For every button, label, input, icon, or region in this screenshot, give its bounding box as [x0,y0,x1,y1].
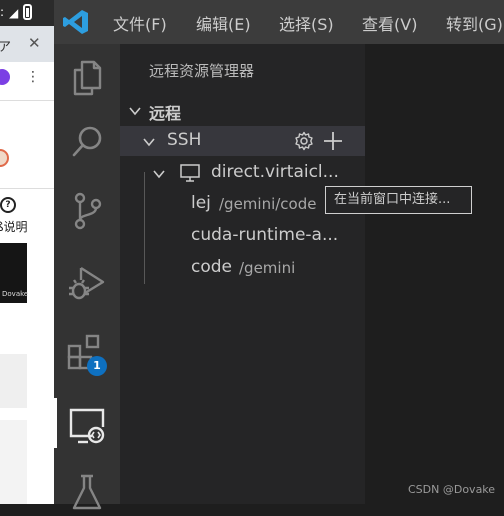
battery-icon [23,4,32,20]
connect-in-current-window-tooltip: 在当前窗口中连接... [325,186,472,214]
ssh-group-label: SSH [167,130,202,150]
more-options-icon[interactable]: ⋮ [26,70,40,84]
content-block [0,420,27,504]
tab-favicon-icon: ア [0,40,12,55]
vscode-logo-icon [63,10,88,34]
folder-path: /gemini [239,259,296,277]
gear-icon[interactable] [294,131,314,151]
menu-go[interactable]: 转到(G) [446,11,503,35]
ssh-group-row[interactable]: SSH [120,126,365,156]
title-bar: 文件(F) 编辑(E) 选择(S) 查看(V) 转到(G) [54,0,504,44]
remote-section-label: 远程 [149,104,182,123]
help-icon[interactable]: ? [0,197,16,213]
watermark: CSDN @Dovake [408,483,496,496]
active-view-indicator [54,398,57,448]
browser-tab-strip: ア ✕ [0,26,54,62]
host-row[interactable]: direct.virtaicl... [120,158,365,188]
menu-edit[interactable]: 编辑(E) [196,11,251,35]
explorer-icon[interactable] [63,52,111,100]
chevron-down-icon [129,107,141,116]
menu-view[interactable]: 查看(V) [362,11,417,35]
folder-row-cuda-runtime[interactable]: cuda-runtime-a... [120,221,365,251]
wifi-icon: ◢ [9,6,19,20]
remote-section-header[interactable]: 远程 [120,96,365,124]
clock-fragment: : [0,5,5,19]
profile-icon [0,149,9,167]
folder-name: lej [191,193,211,213]
remote-explorer-icon[interactable] [63,400,111,448]
panel-title: 远程资源管理器 [149,62,255,80]
chevron-down-icon [153,170,165,179]
source-control-icon[interactable] [63,186,111,234]
testing-icon[interactable] [63,464,111,512]
background-browser-window: : ◢ ア ✕ ⋮ ? ß说明 Dovake [0,0,54,504]
chevron-down-icon [143,138,155,147]
host-label: direct.virtaicl... [211,162,339,182]
folder-name: cuda-runtime-a... [191,225,339,245]
editor-area [365,44,504,504]
remote-explorer-panel: 远程资源管理器 远程 SSH direct.virtaicl... lej /g… [120,44,365,504]
menu-file[interactable]: 文件(F) [113,11,167,35]
divider [0,188,54,189]
add-icon[interactable] [322,130,344,152]
close-tab-icon[interactable]: ✕ [28,34,41,52]
folder-row-code[interactable]: code /gemini [120,253,365,283]
run-debug-icon[interactable] [63,258,111,306]
folder-name: code [191,257,232,277]
folder-path: /gemini/code [219,195,317,213]
menu-selection[interactable]: 选择(S) [279,11,334,35]
monitor-icon [180,164,200,182]
search-icon[interactable] [63,118,111,166]
system-status-bar: : ◢ [0,0,54,26]
content-block [0,354,27,408]
extensions-badge: 1 [87,356,107,376]
thumbnail-caption: Dovake [2,290,29,298]
help-link[interactable]: ß说明 [0,218,28,235]
activity-bar: 1 [54,44,120,510]
divider [0,100,54,101]
avatar[interactable] [0,69,10,85]
